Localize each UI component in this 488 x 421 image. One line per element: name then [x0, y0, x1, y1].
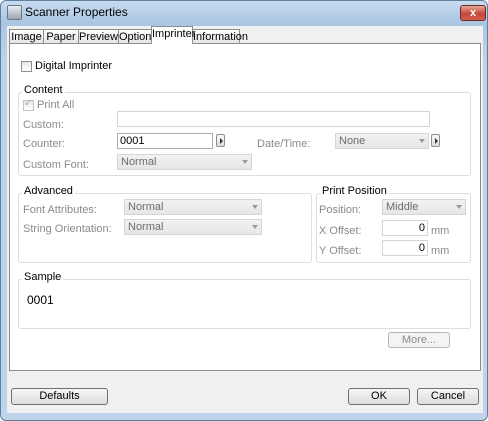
chevron-down-icon	[252, 205, 258, 209]
tab-options[interactable]: Options	[118, 29, 157, 44]
custom-font-label: Custom Font:	[23, 159, 90, 171]
y-offset-unit: mm	[431, 245, 450, 257]
string-orientation-label: String Orientation:	[23, 223, 112, 235]
sample-group-title: Sample	[22, 271, 64, 283]
position-label: Position:	[319, 204, 362, 216]
print-all-checkbox[interactable]: ✓	[23, 98, 34, 111]
ok-button[interactable]: OK	[348, 388, 410, 405]
counter-label: Counter:	[23, 138, 66, 150]
custom-text-field[interactable]	[117, 111, 430, 127]
x-offset-field[interactable]: 0	[382, 220, 428, 236]
tab-imprinter[interactable]: Imprinter	[151, 26, 195, 44]
chevron-down-icon	[252, 225, 258, 229]
close-icon[interactable]: x	[460, 5, 486, 21]
tab-preview[interactable]: Preview	[78, 29, 119, 44]
sample-preview-text: 0001	[27, 293, 54, 307]
font-attributes-value: Normal	[128, 201, 164, 213]
y-offset-label: Y Offset:	[319, 245, 362, 257]
sample-group	[18, 279, 471, 329]
digital-imprinter-checkbox[interactable]	[21, 61, 32, 72]
defaults-button[interactable]: Defaults	[11, 388, 108, 405]
imprinter-panel: Digital Imprinter Content ✓ Print All Cu…	[9, 43, 481, 371]
counter-spin-button[interactable]	[216, 134, 225, 147]
datetime-spin-button[interactable]	[431, 134, 440, 147]
print-position-group-title: Print Position	[320, 185, 389, 197]
font-attributes-label: Font Attributes:	[23, 204, 97, 216]
chevron-down-icon	[419, 139, 425, 143]
more-button[interactable]: More...	[388, 332, 450, 348]
arrow-right-icon	[220, 138, 223, 144]
dialog-client-area: Image Paper Preview Options Imprinter In…	[7, 26, 483, 413]
content-group-title: Content	[22, 84, 65, 96]
custom-font-value: Normal	[121, 156, 157, 168]
position-select[interactable]: Middle	[382, 199, 466, 215]
arrow-right-icon	[435, 138, 438, 144]
window-title: Scanner Properties	[25, 5, 128, 19]
checkmark-icon: ✓	[24, 98, 33, 109]
position-value: Middle	[386, 201, 419, 213]
chevron-down-icon	[242, 160, 248, 164]
datetime-label: Date/Time:	[257, 138, 311, 150]
scanner-properties-window: Scanner Properties x Image Paper Preview…	[0, 0, 488, 421]
cancel-button[interactable]: Cancel	[417, 388, 479, 405]
advanced-group-title: Advanced	[22, 185, 75, 197]
font-attributes-select[interactable]: Normal	[124, 199, 262, 215]
chevron-down-icon	[456, 205, 462, 209]
digital-imprinter-label: Digital Imprinter	[35, 60, 113, 72]
datetime-select[interactable]: None	[335, 133, 429, 149]
tab-information[interactable]: Information	[192, 29, 248, 44]
x-offset-label: X Offset:	[319, 225, 362, 237]
x-offset-unit: mm	[431, 225, 450, 237]
custom-label: Custom:	[23, 119, 64, 131]
tab-paper[interactable]: Paper	[43, 29, 79, 44]
title-bar[interactable]: Scanner Properties x	[1, 1, 487, 23]
counter-field[interactable]: 0001	[117, 133, 213, 149]
tab-image[interactable]: Image	[9, 29, 44, 44]
scanner-app-icon	[7, 5, 22, 20]
datetime-value: None	[339, 135, 366, 147]
custom-font-select[interactable]: Normal	[117, 154, 252, 170]
string-orientation-value: Normal	[128, 221, 164, 233]
y-offset-field[interactable]: 0	[382, 240, 428, 256]
string-orientation-select[interactable]: Normal	[124, 219, 262, 235]
print-all-label: Print All	[37, 99, 75, 111]
